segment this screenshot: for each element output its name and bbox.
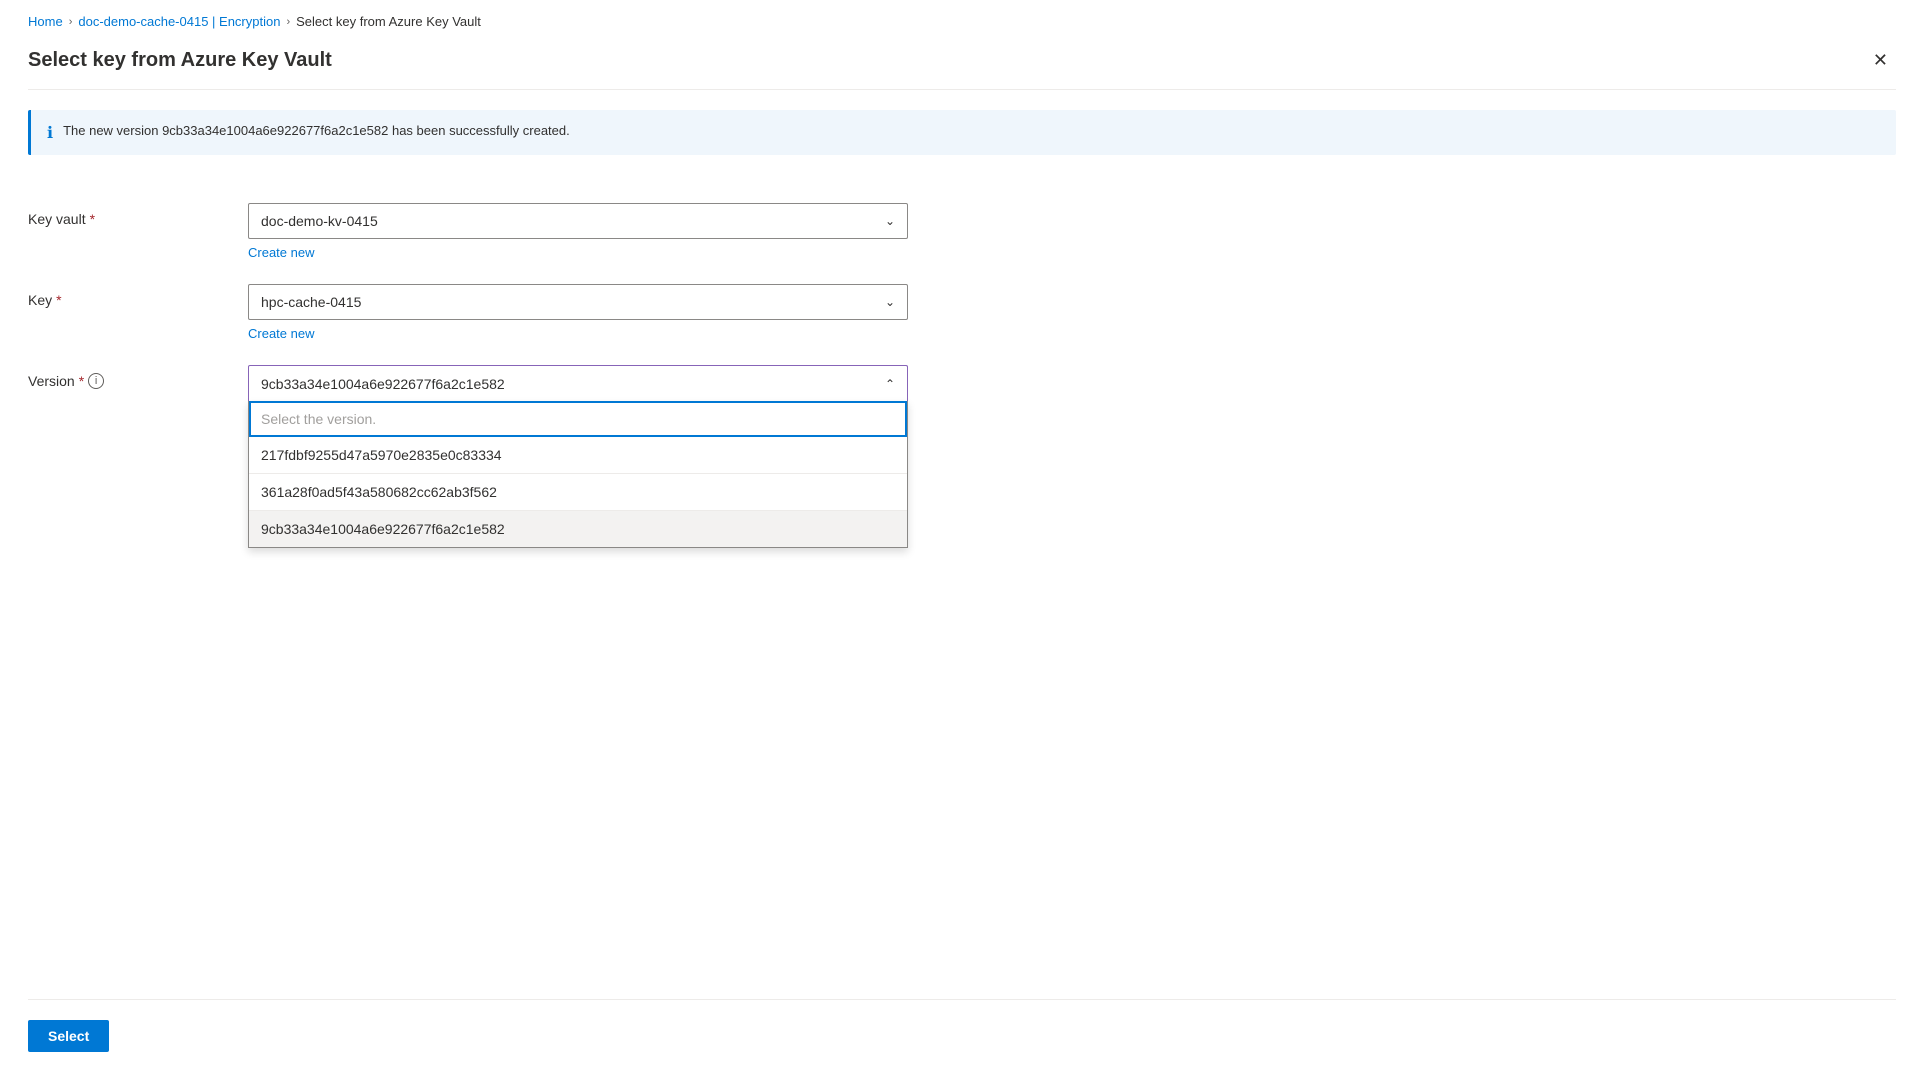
chevron-up-icon: ⌃ [885, 377, 895, 391]
select-button[interactable]: Select [28, 1020, 109, 1052]
breadcrumb-encryption[interactable]: doc-demo-cache-0415 | Encryption [78, 14, 280, 29]
key-vault-dropdown[interactable]: doc-demo-kv-0415 ⌄ [248, 203, 908, 239]
breadcrumb: Home › doc-demo-cache-0415 | Encryption … [0, 0, 1924, 39]
version-option-2[interactable]: 361a28f0ad5f43a580682cc62ab3f562 [249, 474, 907, 511]
version-row: Version * i 9cb33a34e1004a6e922677f6a2c1… [28, 345, 1896, 405]
version-info-icon[interactable]: i [88, 373, 104, 389]
key-vault-row: Key vault * doc-demo-kv-0415 ⌄ Create ne… [28, 183, 1896, 264]
info-icon: ℹ [47, 123, 53, 143]
dialog-footer: Select [28, 999, 1896, 1060]
key-row: Key * hpc-cache-0415 ⌄ Create new [28, 264, 1896, 345]
key-vault-value: doc-demo-kv-0415 [261, 213, 378, 229]
key-value: hpc-cache-0415 [261, 294, 361, 310]
breadcrumb-sep-1: › [69, 16, 73, 28]
chevron-down-icon: ⌄ [885, 214, 895, 228]
key-label: Key * [28, 284, 248, 308]
info-banner: ℹ The new version 9cb33a34e1004a6e922677… [28, 110, 1896, 155]
page-container: Home › doc-demo-cache-0415 | Encryption … [0, 0, 1924, 1088]
breadcrumb-current: Select key from Azure Key Vault [296, 14, 481, 29]
version-control: 9cb33a34e1004a6e922677f6a2c1e582 ⌃ 217fd… [248, 365, 908, 401]
version-selected-value: 9cb33a34e1004a6e922677f6a2c1e582 [261, 376, 505, 392]
version-dropdown[interactable]: 9cb33a34e1004a6e922677f6a2c1e582 ⌃ [248, 365, 908, 401]
chevron-down-icon-2: ⌄ [885, 295, 895, 309]
version-search-input[interactable] [249, 401, 907, 437]
breadcrumb-sep-2: › [286, 16, 290, 28]
form-body: Key vault * doc-demo-kv-0415 ⌄ Create ne… [28, 183, 1896, 999]
version-label: Version * i [28, 365, 248, 389]
breadcrumb-home[interactable]: Home [28, 14, 63, 29]
version-option-3[interactable]: 9cb33a34e1004a6e922677f6a2c1e582 [249, 511, 907, 547]
dialog-panel: Select key from Azure Key Vault ✕ ℹ The … [0, 39, 1924, 1088]
info-banner-text: The new version 9cb33a34e1004a6e922677f6… [63, 122, 570, 140]
version-required: * [79, 373, 84, 389]
version-dropdown-panel: 217fdbf9255d47a5970e2835e0c83334 361a28f… [248, 401, 908, 548]
key-vault-label: Key vault * [28, 203, 248, 227]
key-create-new[interactable]: Create new [248, 326, 314, 341]
key-dropdown[interactable]: hpc-cache-0415 ⌄ [248, 284, 908, 320]
key-vault-required: * [90, 211, 95, 227]
version-option-1[interactable]: 217fdbf9255d47a5970e2835e0c83334 [249, 437, 907, 474]
key-control: hpc-cache-0415 ⌄ Create new [248, 284, 908, 341]
close-button[interactable]: ✕ [1865, 47, 1896, 73]
key-vault-create-new[interactable]: Create new [248, 245, 314, 260]
key-vault-control: doc-demo-kv-0415 ⌄ Create new [248, 203, 908, 260]
dialog-header: Select key from Azure Key Vault ✕ [28, 39, 1896, 90]
dialog-title: Select key from Azure Key Vault [28, 49, 332, 72]
key-required: * [56, 292, 61, 308]
